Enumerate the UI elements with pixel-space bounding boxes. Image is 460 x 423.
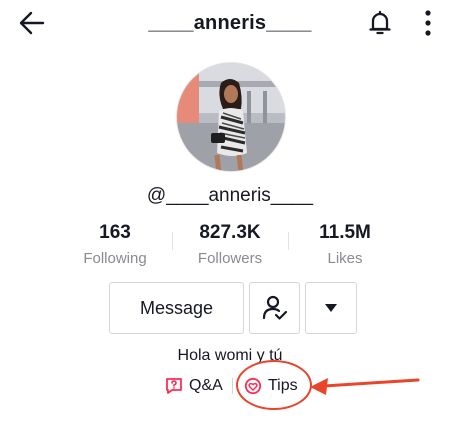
following-status-button[interactable] [249,282,300,334]
profile-handle: @____anneris____ [146,185,314,206]
top-bar: ____anneris____ [0,0,460,46]
notifications-button[interactable] [366,9,394,37]
more-options-button[interactable] [420,8,436,38]
avatar-image [177,63,285,171]
profile-bio: Hola womi y tú [177,347,283,364]
stat-following[interactable]: 163 Following [55,222,175,267]
link-divider [232,378,233,394]
qa-label: Q&A [189,377,223,394]
avatar[interactable] [176,62,286,172]
annotation-arrow [310,378,420,395]
qa-icon [166,378,182,394]
stat-likes-label: Likes [327,250,363,267]
stat-likes[interactable]: 11.5M Likes [285,222,405,267]
stat-following-label: Following [83,250,147,267]
qa-link[interactable]: Q&A [165,375,223,397]
annotation-circle [236,360,312,410]
stat-followers[interactable]: 827.3K Followers [170,222,290,267]
suggested-accounts-dropdown[interactable] [305,282,357,334]
stat-likes-value: 11.5M [319,222,371,243]
stat-followers-value: 827.3K [199,222,261,243]
user-check-icon [262,295,287,320]
message-button[interactable]: Message [109,282,244,334]
bell-icon [369,10,391,35]
caret-down-icon [325,304,337,312]
stat-followers-label: Followers [197,250,263,267]
stat-following-value: 163 [99,222,131,243]
more-vertical-icon [425,10,431,36]
